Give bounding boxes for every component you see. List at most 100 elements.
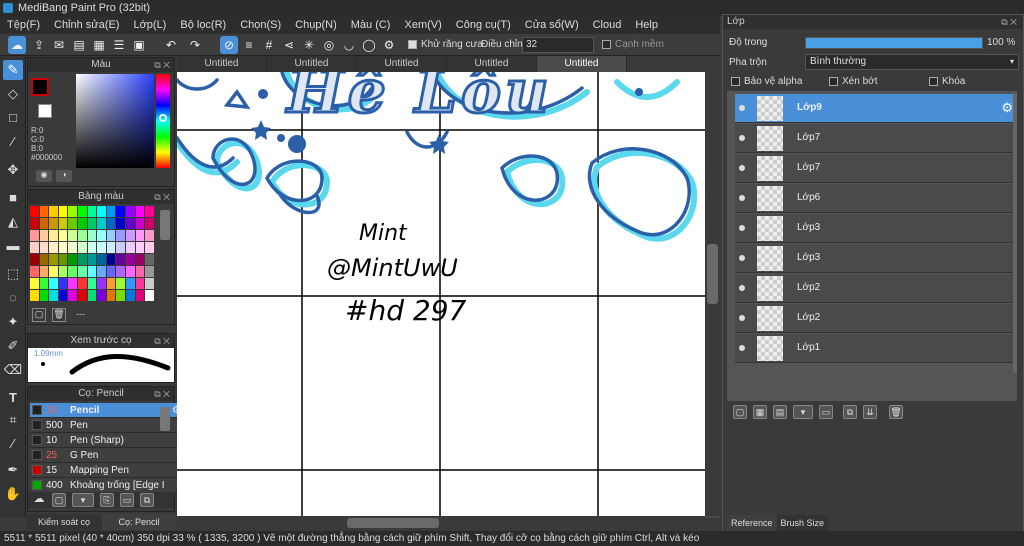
undo-icon[interactable]: ↶ [162, 36, 180, 54]
visibility-eye-icon[interactable] [739, 285, 745, 291]
cloud-save-icon[interactable]: ☁ [8, 36, 26, 54]
menu-view[interactable]: Xem(V) [397, 19, 448, 31]
select-pen-icon[interactable]: ✐ [3, 336, 23, 356]
palette-swatch[interactable] [135, 242, 145, 253]
vertical-scrollbar[interactable] [705, 72, 720, 516]
palette-swatch[interactable] [116, 278, 125, 289]
protect-alpha-toggle[interactable]: Bảo vệ alpha [731, 76, 802, 87]
lock-checkbox[interactable] [929, 76, 938, 86]
palette-swatch[interactable] [97, 266, 106, 277]
palette-swatch[interactable] [39, 230, 49, 241]
palette-swatch[interactable] [126, 242, 135, 253]
brush-new-icon[interactable]: ▢ [52, 493, 66, 507]
palette-swatch[interactable] [145, 266, 154, 277]
tab-brush-size[interactable]: Brush Size [776, 515, 829, 531]
palette-swatch[interactable] [49, 290, 58, 301]
blend-mode-select[interactable]: Bình thường ▾ [805, 54, 1019, 70]
palette-swatch[interactable] [97, 254, 106, 265]
palette-scrollbar[interactable] [160, 210, 170, 240]
palette-swatch[interactable] [78, 254, 87, 265]
menu-layer[interactable]: Lớp(L) [126, 19, 173, 31]
palette-swatch[interactable] [116, 254, 125, 265]
visibility-eye-icon[interactable] [739, 345, 745, 351]
brush-tool-icon[interactable]: ✎ [3, 60, 23, 80]
palette-swatch[interactable] [39, 290, 49, 301]
eraser-tool-icon[interactable]: ◇ [3, 84, 23, 104]
palette-swatch[interactable] [49, 206, 58, 217]
duplicate-layer-icon[interactable]: ⧉ [843, 405, 857, 419]
tab-reference[interactable]: Reference [727, 515, 777, 531]
gradient-tool-icon[interactable]: ▬ [3, 236, 23, 256]
snap-circle-icon[interactable]: ◎ [320, 36, 338, 54]
layer-row[interactable]: Lớp2 [735, 274, 1016, 303]
list-icon[interactable]: ☰ [110, 36, 128, 54]
palette-swatch[interactable] [135, 266, 145, 277]
palette-swatch[interactable] [135, 290, 145, 301]
new-8bit-layer-icon[interactable]: ▤ [773, 405, 787, 419]
palette-swatch[interactable] [58, 242, 68, 253]
move-tool-icon[interactable]: ✥ [3, 160, 23, 180]
palette-swatch[interactable] [106, 218, 116, 229]
palette-swatch[interactable] [39, 266, 49, 277]
preview-popout-icon[interactable]: ⧉ ✕ [154, 334, 170, 348]
antialias-toggle[interactable]: Khử răng cưa [408, 39, 483, 50]
layer-folder-icon[interactable]: ▭ [819, 405, 833, 419]
palette-swatch[interactable] [30, 242, 39, 253]
palette-swatch[interactable] [97, 206, 106, 217]
snap-curve-icon[interactable]: ◡ [340, 36, 358, 54]
snap-parallel-icon[interactable]: ≡ [240, 36, 258, 54]
palette-swatch[interactable] [78, 230, 87, 241]
palette-swatch[interactable] [116, 206, 125, 217]
palette-swatch[interactable] [30, 206, 39, 217]
palette-swatch[interactable] [106, 266, 116, 277]
palette-grid[interactable] [30, 206, 158, 302]
palette-swatch[interactable] [58, 254, 68, 265]
palette-swatch[interactable] [68, 206, 77, 217]
brush-item[interactable]: 25 G Pen [30, 448, 184, 463]
visibility-eye-icon[interactable] [739, 135, 745, 141]
palette-swatch[interactable] [30, 254, 39, 265]
select-rect-icon[interactable]: ⬚ [3, 264, 23, 284]
palette-swatch[interactable] [78, 278, 87, 289]
palette-swatch[interactable] [49, 278, 58, 289]
brush-add-dropdown-icon[interactable]: ▾ [72, 493, 94, 507]
protect-alpha-checkbox[interactable] [731, 76, 740, 86]
delete-layer-icon[interactable]: 🗑 [889, 405, 903, 419]
brush-duplicate-icon[interactable]: ⧉ [140, 493, 154, 507]
visibility-eye-icon[interactable] [739, 315, 745, 321]
visibility-eye-icon[interactable] [739, 255, 745, 261]
text-tool-icon[interactable]: T [3, 388, 23, 408]
palette-swatch[interactable] [145, 242, 154, 253]
tab-brush-pencil[interactable]: Cọ: Pencil [102, 514, 176, 530]
merge-down-icon[interactable]: ⇊ [863, 405, 877, 419]
palette-swatch[interactable] [58, 290, 68, 301]
palette-swatch[interactable] [126, 230, 135, 241]
palette-swatch[interactable] [58, 230, 68, 241]
palette-swatch[interactable] [97, 230, 106, 241]
palette-swatch[interactable] [87, 266, 97, 277]
palette-swatch[interactable] [68, 230, 77, 241]
palette-swatch[interactable] [116, 266, 125, 277]
palette-swatch[interactable] [135, 230, 145, 241]
palette-swatch[interactable] [135, 206, 145, 217]
palette-swatch[interactable] [78, 290, 87, 301]
visibility-eye-icon[interactable] [739, 105, 745, 111]
hue-handle[interactable] [159, 114, 167, 122]
add-layer-dropdown-icon[interactable]: ▾ [793, 405, 813, 419]
menu-select[interactable]: Chọn(S) [233, 19, 288, 31]
brush-folder-icon[interactable]: ▭ [120, 493, 134, 507]
palette-swatch[interactable] [145, 254, 154, 265]
palette-swatch[interactable] [126, 266, 135, 277]
brush-cloud-icon[interactable]: ☁ [32, 493, 46, 507]
layer-panel-popout-icon[interactable]: ⧉ ✕ [1001, 15, 1017, 29]
palette-swatch[interactable] [135, 254, 145, 265]
fill-rect-icon[interactable]: ■ [3, 188, 23, 208]
background-color-swatch[interactable] [38, 104, 52, 118]
palette-swatch[interactable] [68, 278, 77, 289]
palette-swatch[interactable] [49, 254, 58, 265]
layer-row[interactable]: Lớp9 ⚙ [735, 94, 1016, 123]
palette-swatch[interactable] [49, 218, 58, 229]
palette-swatch[interactable] [106, 242, 116, 253]
snap-focus-icon[interactable]: ✳ [300, 36, 318, 54]
saturation-value-picker[interactable] [76, 74, 154, 168]
